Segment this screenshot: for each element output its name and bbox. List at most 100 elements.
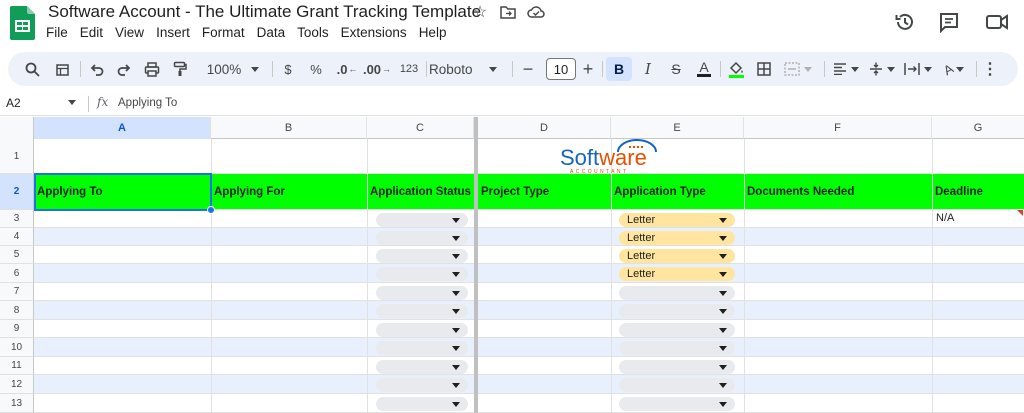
header-applying-for[interactable]: Applying For xyxy=(211,174,367,210)
text-wrapping-icon[interactable] xyxy=(900,52,936,86)
status-dropdown-chip[interactable] xyxy=(376,286,468,300)
application-type-chip[interactable] xyxy=(619,378,735,392)
application-type-chip[interactable] xyxy=(619,304,735,318)
deadline-cell-g3[interactable]: N/A xyxy=(936,212,954,224)
font-size-input[interactable]: 10 xyxy=(546,58,576,80)
decrease-font-size-icon[interactable]: − xyxy=(516,52,540,86)
meet-camera-icon[interactable] xyxy=(985,10,1009,34)
menu-help[interactable]: Help xyxy=(413,25,453,40)
cloud-saved-icon[interactable] xyxy=(527,3,545,21)
column-header-d[interactable]: D xyxy=(478,117,611,139)
formula-input[interactable]: Applying To xyxy=(118,97,177,109)
text-color-button[interactable]: A xyxy=(692,52,716,86)
font-family-select[interactable]: Roboto xyxy=(428,52,508,86)
more-options-icon[interactable]: ⋮ xyxy=(980,52,1000,86)
application-type-chip[interactable]: Letter xyxy=(619,231,735,245)
templates-icon[interactable] xyxy=(50,52,74,86)
more-formats-button[interactable]: 123 xyxy=(394,52,424,86)
column-header-g[interactable]: G xyxy=(932,117,1024,139)
row-header-11[interactable]: 11 xyxy=(0,357,34,375)
menu-tools[interactable]: Tools xyxy=(291,25,335,40)
bold-button[interactable]: B xyxy=(606,57,632,81)
comments-icon[interactable] xyxy=(937,10,961,34)
header-application-status[interactable]: Application Status xyxy=(367,174,474,210)
active-cell-selection[interactable] xyxy=(34,173,212,211)
status-dropdown-chip[interactable] xyxy=(376,231,468,245)
menu-file[interactable]: File xyxy=(40,25,74,40)
application-type-chip[interactable]: Letter xyxy=(619,213,735,227)
redo-icon[interactable] xyxy=(112,52,136,86)
sheets-logo-icon[interactable] xyxy=(10,6,35,40)
row-header-2[interactable]: 2 xyxy=(0,174,34,210)
decrease-decimal-button[interactable]: .0 ← xyxy=(332,52,362,86)
status-dropdown-chip[interactable] xyxy=(376,213,468,227)
row-header-12[interactable]: 12 xyxy=(0,375,34,394)
row-header-7[interactable]: 7 xyxy=(0,283,34,301)
undo-icon[interactable] xyxy=(84,52,108,86)
status-dropdown-chip[interactable] xyxy=(376,397,468,411)
header-project-type[interactable]: Project Type xyxy=(478,174,611,210)
menu-insert[interactable]: Insert xyxy=(150,25,196,40)
name-box[interactable]: A2 xyxy=(6,96,21,110)
column-header-e[interactable]: E xyxy=(611,117,744,139)
zoom-select[interactable]: 100% xyxy=(198,52,268,86)
currency-format-button[interactable]: $ xyxy=(276,52,300,86)
vertical-align-icon[interactable] xyxy=(864,52,900,86)
application-type-chip[interactable] xyxy=(619,360,735,374)
italic-button[interactable]: I xyxy=(636,52,660,86)
increase-decimal-button[interactable]: .00 → xyxy=(360,52,394,86)
menu-extensions[interactable]: Extensions xyxy=(335,25,413,40)
column-header-a[interactable]: A xyxy=(34,117,211,139)
header-documents-needed[interactable]: Documents Needed xyxy=(744,174,932,210)
application-type-chip[interactable]: Letter xyxy=(619,267,735,281)
application-type-chip[interactable] xyxy=(619,397,735,411)
row-header-1[interactable]: 1 xyxy=(0,139,34,174)
status-dropdown-chip[interactable] xyxy=(376,378,468,392)
status-dropdown-chip[interactable] xyxy=(376,360,468,374)
application-type-chip[interactable] xyxy=(619,341,735,355)
row-header-13[interactable]: 13 xyxy=(0,394,34,413)
merge-cells-icon[interactable] xyxy=(780,52,816,86)
header-application-type[interactable]: Application Type xyxy=(611,174,744,210)
menu-format[interactable]: Format xyxy=(196,25,251,40)
document-title[interactable]: Software Account - The Ultimate Grant Tr… xyxy=(48,2,481,22)
horizontal-align-icon[interactable] xyxy=(828,52,864,86)
fill-handle[interactable] xyxy=(207,206,215,214)
text-rotation-icon[interactable]: A xyxy=(936,52,972,86)
increase-font-size-icon[interactable]: + xyxy=(576,52,600,86)
menu-data[interactable]: Data xyxy=(251,25,292,40)
frozen-column-divider[interactable] xyxy=(474,117,478,413)
menu-edit[interactable]: Edit xyxy=(74,25,109,40)
percent-format-button[interactable]: % xyxy=(304,52,328,86)
fill-color-icon[interactable] xyxy=(724,52,748,86)
row-header-3[interactable]: 3 xyxy=(0,210,34,228)
column-header-c[interactable]: C xyxy=(367,117,474,139)
move-folder-icon[interactable] xyxy=(499,3,517,21)
borders-icon[interactable] xyxy=(752,52,776,86)
paint-format-icon[interactable] xyxy=(168,52,192,86)
status-dropdown-chip[interactable] xyxy=(376,323,468,337)
header-deadline[interactable]: Deadline xyxy=(932,174,1024,210)
print-icon[interactable] xyxy=(140,52,164,86)
application-type-chip[interactable] xyxy=(619,286,735,300)
select-all-corner[interactable] xyxy=(0,117,34,139)
row-header-5[interactable]: 5 xyxy=(0,246,34,264)
status-dropdown-chip[interactable] xyxy=(376,341,468,355)
status-dropdown-chip[interactable] xyxy=(376,267,468,281)
row-header-9[interactable]: 9 xyxy=(0,320,34,338)
row-header-8[interactable]: 8 xyxy=(0,301,34,320)
search-menus-icon[interactable] xyxy=(20,52,44,86)
strikethrough-button[interactable]: S xyxy=(664,52,688,86)
chevron-down-icon[interactable] xyxy=(68,100,76,105)
row-header-4[interactable]: 4 xyxy=(0,228,34,246)
column-header-b[interactable]: B xyxy=(211,117,367,139)
column-header-f[interactable]: F xyxy=(744,117,932,139)
row-header-10[interactable]: 10 xyxy=(0,338,34,357)
status-dropdown-chip[interactable] xyxy=(376,304,468,318)
status-dropdown-chip[interactable] xyxy=(376,249,468,263)
star-icon[interactable]: ☆ xyxy=(471,3,489,21)
version-history-icon[interactable] xyxy=(893,10,917,34)
menu-view[interactable]: View xyxy=(109,25,150,40)
application-type-chip[interactable]: Letter xyxy=(619,249,735,263)
row-header-6[interactable]: 6 xyxy=(0,264,34,283)
